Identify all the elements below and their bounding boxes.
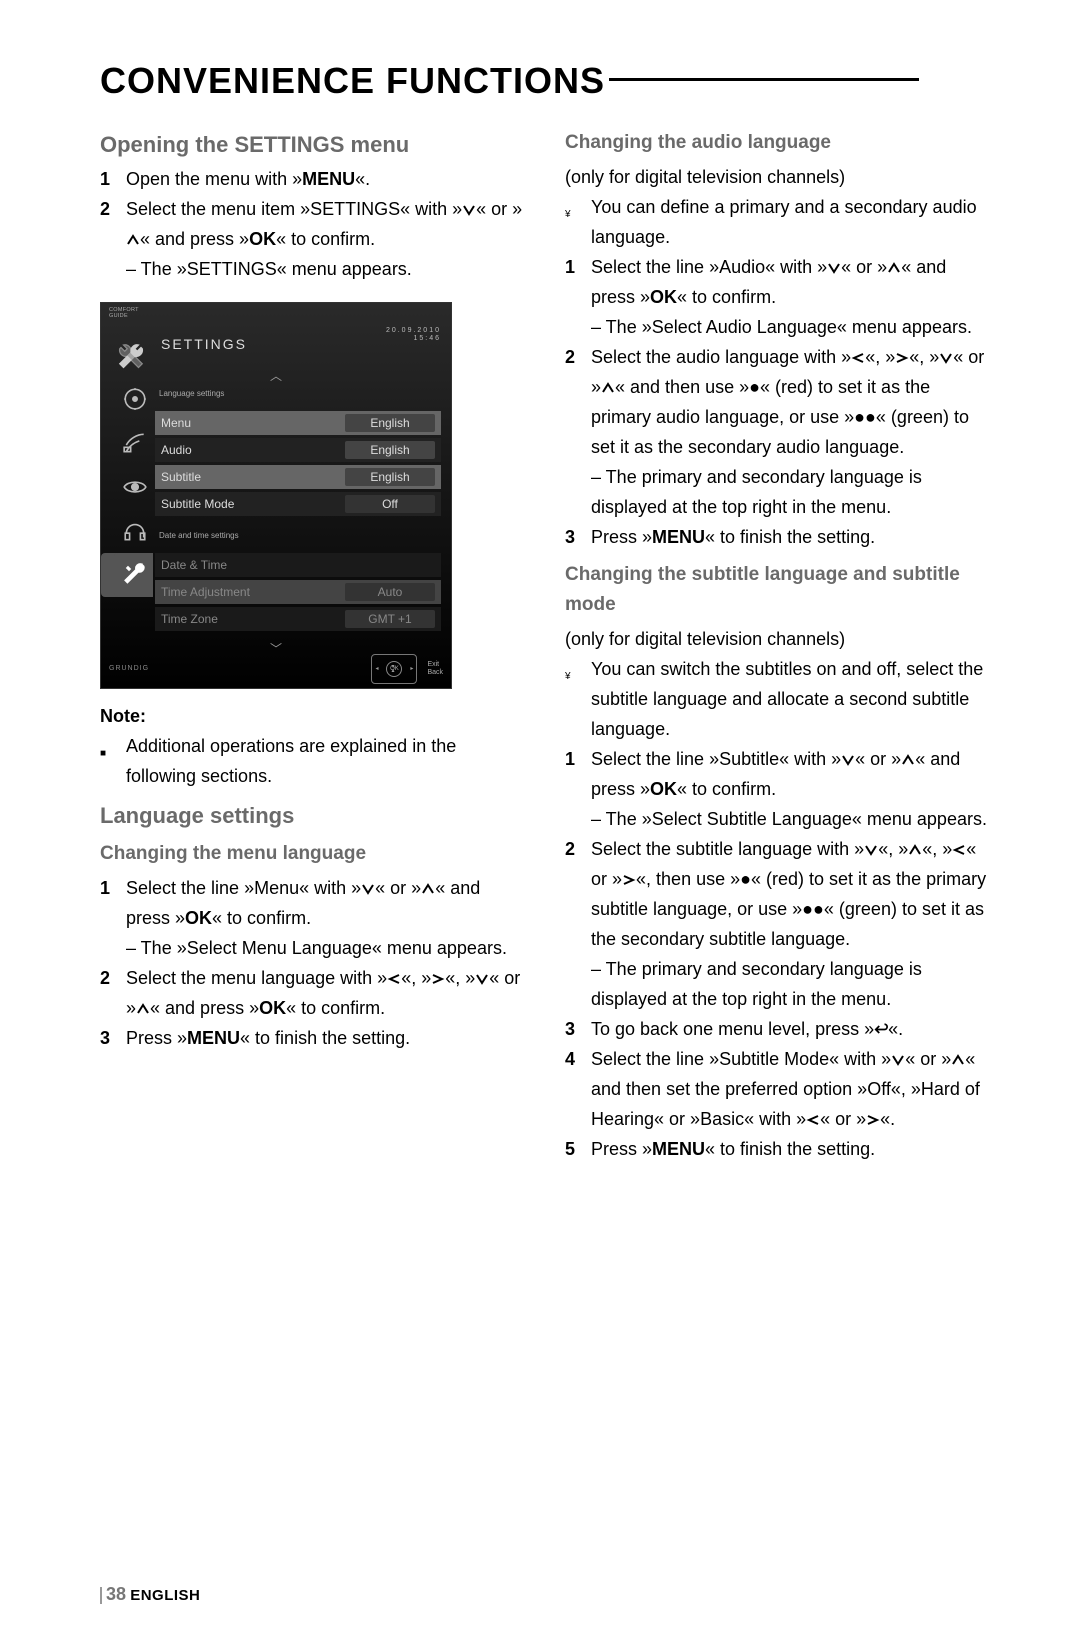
right-icon (866, 1114, 880, 1126)
up-icon (951, 1054, 965, 1066)
down-icon (361, 883, 375, 895)
left-icon (952, 844, 966, 856)
step: 2 Select the subtitle language with »«, … (565, 834, 990, 1014)
back-icon (874, 1023, 888, 1036)
up-icon (421, 883, 435, 895)
step: 3 Press »MENU« to finish the setting. (100, 1023, 525, 1053)
table-row: SubtitleEnglish (155, 465, 441, 489)
heading-menu-language: Changing the menu language (100, 839, 525, 869)
table-row: AudioEnglish (155, 438, 441, 462)
left-icon (387, 973, 401, 985)
green-dots-icon: ●● (802, 899, 824, 919)
step: 2 Select the menu item »SETTINGS« with »… (100, 194, 525, 284)
step: 1 Select the line »Subtitle« with »« or … (565, 744, 990, 834)
step: 3 Press »MENU« to finish the setting. (565, 522, 990, 552)
step: 1 Select the line »Audio« with »« or »« … (565, 252, 990, 342)
table-row: Subtitle ModeOff (155, 492, 441, 516)
heading-open-settings: Opening the SETTINGS menu (100, 130, 525, 160)
ok-dpad-icon: ◂ ▸ ▴ ▾ (371, 654, 417, 684)
down-icon (841, 754, 855, 766)
note: Note: ■Additional operations are explain… (100, 701, 525, 791)
down-icon (939, 352, 953, 364)
tv-header: SETTINGS (161, 329, 247, 359)
headphones-icon (101, 509, 153, 553)
step: 4 Select the line »Subtitle Mode« with »… (565, 1044, 990, 1134)
red-dot-icon: ● (740, 869, 751, 889)
step: 5 Press »MENU« to finish the setting. (565, 1134, 990, 1164)
up-icon (901, 754, 915, 766)
down-icon (864, 844, 878, 856)
left-icon (851, 352, 865, 364)
green-dots-icon: ●● (854, 407, 876, 427)
red-dot-icon: ● (749, 377, 760, 397)
eye-icon (101, 465, 153, 509)
down-icon (891, 1054, 905, 1066)
chevron-down-icon: ﹀ (161, 634, 391, 650)
table-row: Time ZoneGMT +1 (155, 607, 441, 631)
step: 2 Select the audio language with »«, »«,… (565, 342, 990, 522)
left-icon (806, 1114, 820, 1126)
heading-language-settings: Language settings (100, 801, 525, 831)
table-row: MenuEnglish (155, 411, 441, 435)
up-icon (887, 262, 901, 274)
satellite-icon (101, 421, 153, 465)
up-icon (126, 234, 140, 246)
step: 3 To go back one menu level, press »«. (565, 1014, 990, 1044)
page-footer: 38 ENGLISH (100, 1584, 990, 1605)
table-row: Date & Time (155, 553, 441, 577)
tv-settings-menu: COMFORTGUIDE SETTINGS 20.09.201015:46 (100, 302, 452, 689)
down-icon (827, 262, 841, 274)
up-icon (136, 1003, 150, 1015)
step: 1 Open the menu with »MENU«. (100, 164, 525, 194)
heading-subtitle-language: Changing the subtitle language and subti… (565, 560, 990, 620)
right-icon (431, 973, 445, 985)
table-row: Time AdjustmentAuto (155, 580, 441, 604)
chevron-up-icon: ︿ (161, 361, 391, 377)
right-icon (622, 874, 636, 886)
down-icon (475, 973, 489, 985)
step: 2 Select the menu language with »«, »«, … (100, 963, 525, 1023)
up-icon (908, 844, 922, 856)
heading-audio-language: Changing the audio language (565, 128, 990, 158)
step: 1 Select the line »Menu« with »« or »« a… (100, 873, 525, 963)
page-title: CONVENIENCE FUNCTIONS (100, 60, 990, 102)
down-icon (462, 204, 476, 216)
tools-icon (101, 553, 153, 597)
right-icon (895, 352, 909, 364)
up-icon (601, 382, 615, 394)
target-icon (101, 377, 153, 421)
